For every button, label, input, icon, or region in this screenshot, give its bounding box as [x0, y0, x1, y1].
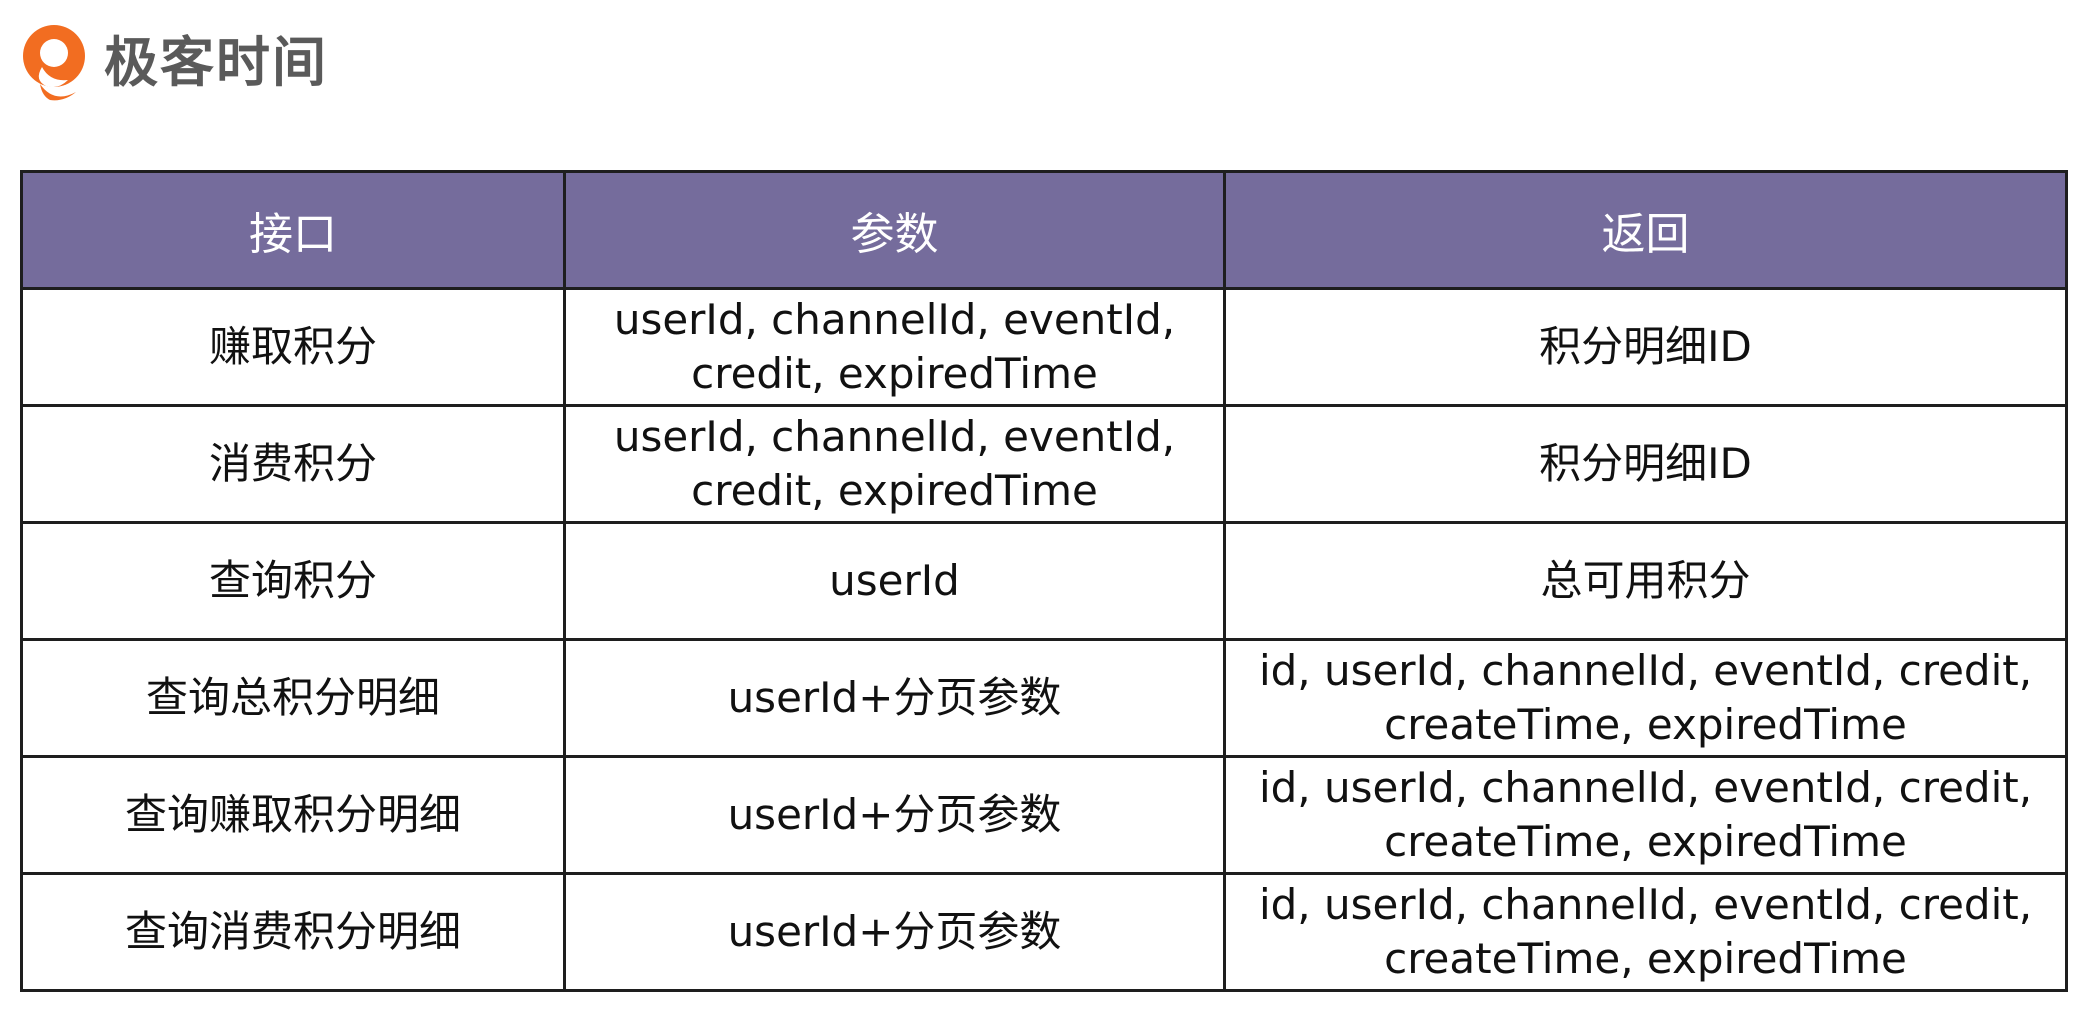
cell-returns-line: createTime, expiredTime — [1384, 934, 1907, 983]
cell-params-line: userId, channelId, eventId, — [613, 295, 1176, 344]
cell-returns-line: id, userId, channelId, eventId, credit, — [1258, 646, 2033, 695]
cell-returns-line: 积分明细ID — [1539, 322, 1752, 371]
cell-params: userId+分页参数 — [563, 755, 1226, 875]
cell-params-line: userId+分页参数 — [727, 790, 1062, 839]
cell-returns: id, userId, channelId, eventId, credit, … — [1223, 872, 2068, 992]
cell-params-line: userId — [829, 556, 960, 605]
brand-name: 极客时间 — [104, 31, 328, 94]
cell-params: userId+分页参数 — [563, 872, 1226, 992]
api-table: 接口 参数 返回 赚取积分 userId, channelId, eventId… — [20, 170, 2068, 992]
header-interface: 接口 — [20, 170, 566, 290]
table-row: 查询消费积分明细 userId+分页参数 id, userId, channel… — [20, 872, 2068, 992]
cell-params: userId+分页参数 — [563, 638, 1226, 758]
cell-interface: 查询消费积分明细 — [20, 872, 566, 992]
cell-interface: 查询赚取积分明细 — [20, 755, 566, 875]
geektime-logo-icon — [23, 25, 85, 101]
table-row: 查询积分 userId 总可用积分 — [20, 521, 2068, 641]
cell-returns-line: id, userId, channelId, eventId, credit, — [1258, 880, 2033, 929]
cell-interface: 查询总积分明细 — [20, 638, 566, 758]
cell-params: userId, channelId, eventId, credit, expi… — [563, 287, 1226, 407]
cell-returns-line: createTime, expiredTime — [1384, 817, 1907, 866]
cell-params: userId — [563, 521, 1226, 641]
cell-returns-line: 总可用积分 — [1540, 556, 1751, 605]
cell-interface: 赚取积分 — [20, 287, 566, 407]
cell-returns: id, userId, channelId, eventId, credit, … — [1223, 638, 2068, 758]
table-row: 查询赚取积分明细 userId+分页参数 id, userId, channel… — [20, 755, 2068, 875]
cell-returns: id, userId, channelId, eventId, credit, … — [1223, 755, 2068, 875]
cell-returns: 总可用积分 — [1223, 521, 2068, 641]
table-row: 查询总积分明细 userId+分页参数 id, userId, channelI… — [20, 638, 2068, 758]
table-header-row: 接口 参数 返回 — [20, 170, 2068, 290]
cell-returns-line: 积分明细ID — [1539, 439, 1752, 488]
cell-params-line: userId+分页参数 — [727, 907, 1062, 956]
cell-params-line: credit, expiredTime — [691, 349, 1098, 398]
brand-logo: 极客时间 — [20, 22, 328, 104]
cell-params-line: userId, channelId, eventId, — [613, 412, 1176, 461]
header-returns: 返回 — [1223, 170, 2068, 290]
cell-returns-line: id, userId, channelId, eventId, credit, — [1258, 763, 2033, 812]
cell-interface: 消费积分 — [20, 404, 566, 524]
table-row: 赚取积分 userId, channelId, eventId, credit,… — [20, 287, 2068, 407]
cell-params: userId, channelId, eventId, credit, expi… — [563, 404, 1226, 524]
header-params: 参数 — [563, 170, 1226, 290]
cell-returns-line: createTime, expiredTime — [1384, 700, 1907, 749]
cell-params-line: userId+分页参数 — [727, 673, 1062, 722]
cell-params-line: credit, expiredTime — [691, 466, 1098, 515]
api-table-container: 接口 参数 返回 赚取积分 userId, channelId, eventId… — [20, 170, 2068, 992]
table-row: 消费积分 userId, channelId, eventId, credit,… — [20, 404, 2068, 524]
cell-returns: 积分明细ID — [1223, 287, 2068, 407]
cell-returns: 积分明细ID — [1223, 404, 2068, 524]
cell-interface: 查询积分 — [20, 521, 566, 641]
